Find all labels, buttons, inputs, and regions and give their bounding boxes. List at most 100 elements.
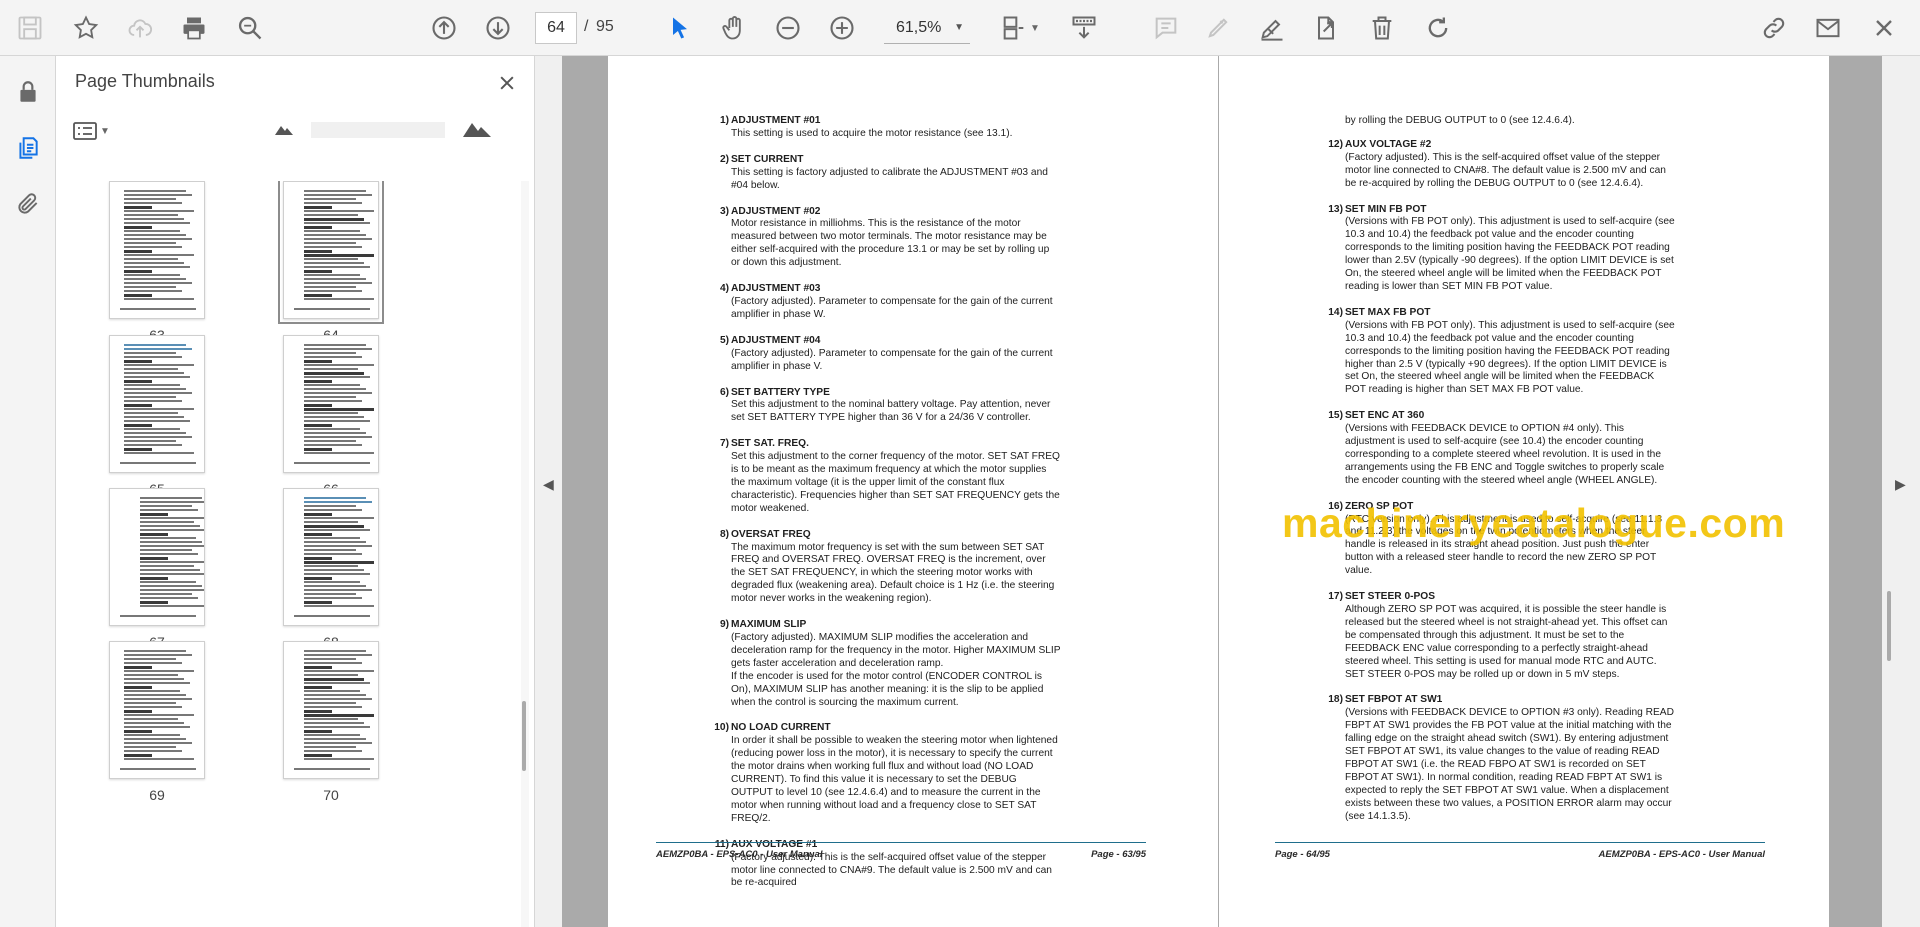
- page-down-icon[interactable]: [480, 10, 516, 46]
- item-title: SET SAT. FREQ.: [731, 438, 809, 450]
- thumbnail-preview: [283, 335, 379, 473]
- lock-icon[interactable]: [10, 74, 46, 110]
- email-icon[interactable]: [1810, 10, 1846, 46]
- item-body: (Factory adjusted). MAXIMUM SLIP modifie…: [731, 632, 1061, 669]
- setting-item: 17) SET STEER 0-POS Although ZERO SP POT w…: [1328, 591, 1675, 681]
- export-icon[interactable]: [1308, 10, 1344, 46]
- rotate-icon[interactable]: [1420, 10, 1456, 46]
- document-page-64: by rolling the DEBUG OUTPUT to 0 (see 12…: [1219, 56, 1829, 927]
- page-layout-icon[interactable]: ▼: [996, 10, 1044, 46]
- item-title: SET BATTERY TYPE: [731, 386, 830, 398]
- star-icon[interactable]: [68, 10, 104, 46]
- scrollbar-thumb[interactable]: [522, 701, 526, 771]
- footer-title: AEMZP0BA - EPS-AC0 - User Manual: [1598, 849, 1765, 860]
- save-icon[interactable]: [12, 10, 48, 46]
- thumbnail-options-button[interactable]: ▼: [72, 116, 122, 146]
- item-title: SET ENC AT 360: [1345, 410, 1425, 422]
- chevron-down-icon: ▼: [100, 125, 110, 137]
- item-body: The maximum motor frequency is set with …: [731, 541, 1055, 605]
- item-body: Set this adjustment to the nominal batte…: [731, 399, 1051, 424]
- setting-item: 12) AUX VOLTAGE #2 (Factory adjusted). Thi…: [1328, 139, 1675, 191]
- list-options-icon: [73, 122, 97, 140]
- item-body-extra: SET STEER 0-POS may be rolled up or down…: [1345, 668, 1620, 680]
- item-title: ADJUSTMENT #04: [731, 334, 821, 346]
- setting-item: 9) MAXIMUM SLIP (Factory adjusted). MAXIMU…: [720, 619, 1061, 709]
- thumbnail-preview: [109, 335, 205, 473]
- print-icon[interactable]: [176, 10, 212, 46]
- page-number-input[interactable]: 64: [535, 12, 577, 44]
- footer-title: AEMZP0BA - EPS-AC0 - User Manual: [656, 849, 823, 860]
- setting-item: 15) SET ENC AT 360 (Versions with FEEDBACK…: [1328, 410, 1675, 487]
- sign-icon[interactable]: [1254, 10, 1290, 46]
- item-number: 13): [1328, 203, 1343, 215]
- item-number: 4): [719, 283, 729, 295]
- item-number: 6): [719, 386, 729, 398]
- setting-item: 1) ADJUSTMENT #01 This setting is used to …: [720, 115, 1061, 141]
- select-cursor-icon[interactable]: [662, 10, 698, 46]
- thumbnail-label: 70: [323, 787, 339, 803]
- item-number: 8): [719, 528, 729, 540]
- watermark: machineryeatalogue.com: [1282, 500, 1786, 546]
- item-number: 7): [719, 438, 729, 450]
- next-page-arrow-icon[interactable]: ▶: [1895, 476, 1906, 493]
- close-panel-button[interactable]: [490, 66, 524, 100]
- thumbnail-size-slider[interactable]: [311, 122, 445, 138]
- thumbnail-grid: 6364656667686970: [56, 181, 516, 927]
- zoom-search-icon[interactable]: [232, 10, 268, 46]
- item-number: 15): [1328, 410, 1343, 422]
- item-number: 5): [719, 334, 729, 346]
- item-title: ADJUSTMENT #02: [731, 205, 821, 217]
- item-body: (Versions with FEEDBACK DEVICE to OPTION…: [1345, 423, 1665, 486]
- item-number: 3): [719, 205, 729, 217]
- thumbnail-label: 69: [149, 787, 165, 803]
- setting-item: 14) SET MAX FB POT (Versions with FB POT o…: [1328, 307, 1675, 397]
- thumbnail-preview: [278, 181, 384, 324]
- share-link-icon[interactable]: [1756, 10, 1792, 46]
- item-body: (Factory adjusted). Parameter to compens…: [731, 347, 1053, 372]
- item-title: SET CURRENT: [731, 153, 804, 165]
- highlight-icon[interactable]: [1200, 10, 1236, 46]
- page-thumbnails-icon[interactable]: [10, 130, 46, 166]
- chevron-down-icon: ▼: [954, 22, 964, 33]
- thumbnail-shrink-icon[interactable]: [274, 122, 294, 141]
- item-title: OVERSAT FREQ: [731, 528, 811, 540]
- thumbnail-preview: [109, 181, 205, 319]
- hand-icon[interactable]: [716, 10, 752, 46]
- thumbnail-preview: [283, 488, 379, 626]
- thumbnail-preview: [283, 641, 379, 779]
- item-number: 17): [1328, 591, 1343, 603]
- page-total: 95: [596, 18, 614, 35]
- thumbnail-preview: [109, 641, 205, 779]
- left-tool-rail: [0, 56, 56, 927]
- close-icon: [500, 76, 514, 90]
- item-title: NO LOAD CURRENT: [731, 722, 831, 734]
- page-separator: /: [584, 18, 589, 35]
- setting-item: 18) SET FBPOT AT SW1 (Versions with FEEDBA…: [1328, 694, 1675, 823]
- setting-item: 7) SET SAT. FREQ. Set this adjustment to t…: [720, 438, 1061, 515]
- item-number: 9): [719, 619, 729, 631]
- zoom-select[interactable]: 61,5% ▼: [884, 12, 970, 44]
- page-up-icon[interactable]: [426, 10, 462, 46]
- setting-item: 5) ADJUSTMENT #04 (Factory adjusted). Para…: [720, 334, 1061, 374]
- item-title: SET STEER 0-POS: [1345, 591, 1436, 603]
- item-body: In order it shall be possible to weaken …: [731, 735, 1058, 824]
- scrollbar-thumb[interactable]: [1887, 591, 1891, 661]
- setting-item: 2) SET CURRENT This setting is factory adj…: [720, 153, 1061, 193]
- zoom-in-icon[interactable]: [824, 10, 860, 46]
- thumbnail-scrollbar[interactable]: [521, 181, 529, 927]
- scroll-mode-icon[interactable]: [1066, 10, 1102, 46]
- comment-icon[interactable]: [1148, 10, 1184, 46]
- close-icon[interactable]: [1866, 10, 1902, 46]
- item-body: (Versions with FEEDBACK DEVICE to OPTION…: [1345, 707, 1674, 822]
- thumbnail-enlarge-icon[interactable]: [462, 118, 492, 143]
- previous-page-arrow-icon[interactable]: ◀: [543, 476, 554, 493]
- page-64-content: by rolling the DEBUG OUTPUT to 0 (see 12…: [1328, 115, 1675, 837]
- zoom-value: 61,5%: [896, 18, 942, 36]
- setting-item: 3) ADJUSTMENT #02 Motor resistance in mill…: [720, 205, 1061, 271]
- zoom-out-icon[interactable]: [770, 10, 806, 46]
- delete-icon[interactable]: [1364, 10, 1400, 46]
- attachments-icon[interactable]: [10, 186, 46, 222]
- item-body: (Factory adjusted). This is the self-acq…: [1345, 151, 1666, 189]
- cloud-upload-icon[interactable]: [122, 10, 158, 46]
- document-area: ◀ 1) ADJUSTMENT #01 This setting is used t…: [535, 56, 1920, 927]
